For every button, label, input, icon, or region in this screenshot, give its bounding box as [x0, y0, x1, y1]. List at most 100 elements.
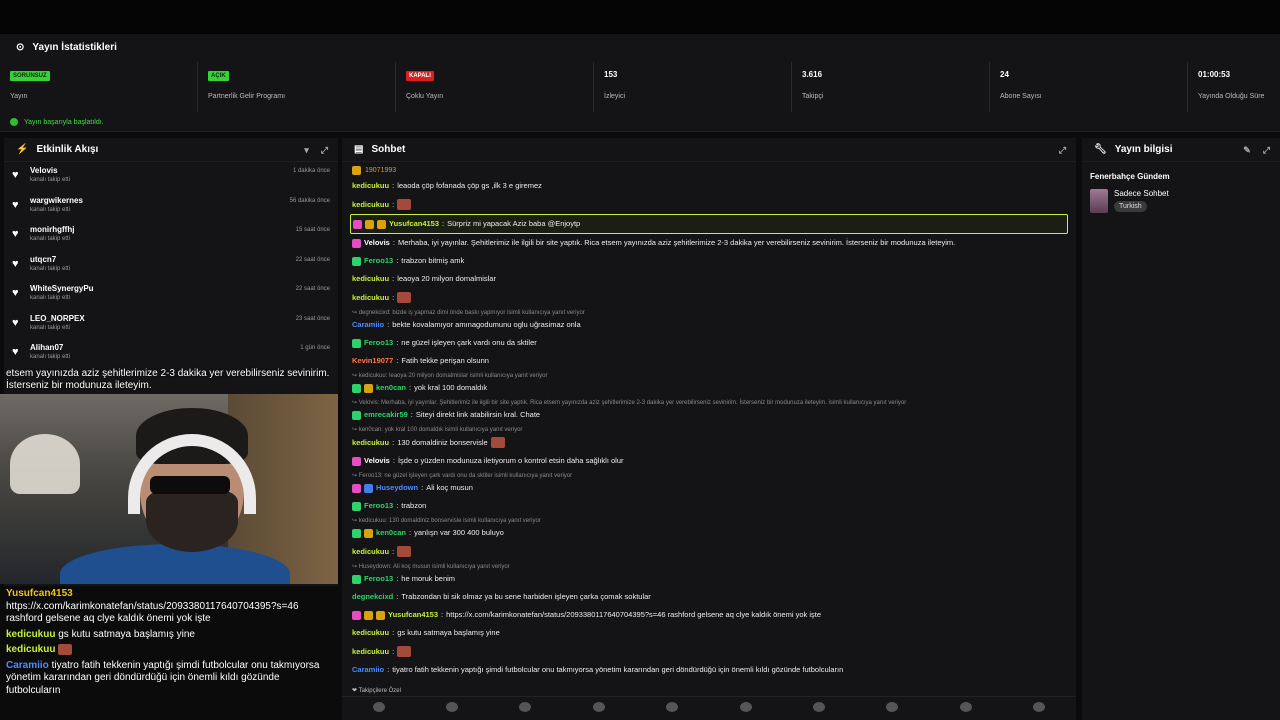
chat-username[interactable]: kedicukuu	[352, 628, 389, 638]
edit-icon[interactable]: ✎	[1243, 145, 1251, 156]
chat-text: trabzon bitmiş amk	[401, 256, 465, 265]
activity-user-name[interactable]: Alihan07	[30, 343, 332, 352]
activity-user-name[interactable]: LEO_NORPEX	[30, 314, 332, 323]
chat-username[interactable]: kedicukuu	[352, 293, 389, 303]
stream-status-text: Yayın başarıyla başlatıldı.	[24, 118, 104, 126]
filter-icon[interactable]: ▾	[304, 145, 309, 156]
heart-icon: ♥	[12, 287, 19, 299]
activity-user-name[interactable]: monirhgffhj	[30, 225, 332, 234]
chat-username[interactable]: ken0can	[376, 383, 406, 393]
chat-username[interactable]: kedicukuu	[352, 647, 389, 657]
activity-description: kanalı takip etti	[30, 324, 71, 331]
chat-text: yanlışn var 300 400 buluyo	[414, 528, 504, 537]
expand-icon[interactable]: ⤢	[1059, 145, 1066, 156]
pinned-user[interactable]: 19071993	[350, 164, 1068, 177]
chat-username[interactable]: Feroo13	[364, 256, 393, 266]
emote-icon[interactable]	[1033, 701, 1046, 712]
reply-context: ↪ Velovis: Merhaba, iyi yayınlar. Şehitl…	[352, 400, 907, 406]
stream-title: Fenerbahçe Gündem	[1090, 172, 1170, 181]
chat-username[interactable]: degnekcixd	[352, 592, 393, 602]
chat-username[interactable]: kedicukuu	[352, 547, 389, 557]
stats-header: ⊙ Yayın İstatistikleri	[16, 42, 117, 53]
emote-icon	[397, 292, 412, 303]
activity-item[interactable]: ♥ utqcn7 kanalı takip etti 22 saat önce	[4, 251, 338, 281]
chat-username[interactable]: Yusufcan4153	[389, 219, 439, 229]
category-name[interactable]: Sadece Sohbet	[1114, 189, 1169, 198]
pinned-user-name: 19071993	[365, 167, 397, 174]
chat-username[interactable]: Velovis	[364, 238, 390, 248]
activity-item[interactable]: ♥ monirhgffhj kanalı takip etti 15 saat önc…	[4, 221, 338, 251]
expand-icon[interactable]: ⤢	[1263, 145, 1270, 156]
language-tag: Turkish	[1114, 201, 1147, 212]
status-badge: AÇIK	[208, 71, 229, 81]
emote-icon[interactable]	[592, 701, 605, 712]
chat-username[interactable]: Feroo13	[364, 338, 393, 348]
chat-message: kedicukuu:	[350, 195, 1068, 214]
overlay-chat-line: Caramiio tiyatro fatih tekkenin yaptığı …	[6, 660, 332, 698]
chat-username[interactable]: kedicukuu	[352, 274, 389, 284]
activity-item[interactable]: ♥ wargwikernes kanalı takip etti 56 dakika …	[4, 192, 338, 222]
chat-message: degnekcixd: Trabzondan bi sik olmaz ya bu…	[352, 592, 651, 602]
vip-badge-icon	[352, 456, 361, 466]
chat-message: Feroo13: he moruk benim	[350, 570, 1068, 588]
activity-user-name[interactable]: utqcn7	[30, 255, 332, 264]
gift-badge-icon	[376, 610, 385, 620]
chat-username[interactable]: kedicukuu	[352, 438, 389, 448]
followers-only-label: ❤ Takipçilere Özel	[352, 688, 401, 694]
emote-icon[interactable]	[666, 701, 679, 712]
chat-message: Feroo13: ne güzel işleyen çark vardı onu …	[350, 334, 1068, 352]
chat-message: Caramiio: bekte kovalamıyor amınagodumunu…	[352, 320, 581, 330]
chat-text: Merhaba, iyi yayınlar. Şehitlerimiz ile …	[397, 238, 956, 247]
chat-username[interactable]: kedicukuu	[352, 200, 389, 210]
mod-badge-icon	[352, 256, 361, 266]
chat-username[interactable]: kedicukuu	[352, 181, 389, 191]
overlay-chat-line: kedicukuu	[6, 644, 332, 657]
category-thumbnail	[1090, 189, 1108, 213]
chat-username[interactable]: Feroo13	[364, 501, 393, 511]
gift-badge-icon	[364, 528, 373, 538]
emote-icon[interactable]	[446, 701, 459, 712]
chat-username[interactable]: Caramiio	[352, 320, 384, 330]
activity-description: kanalı takip etti	[30, 206, 71, 213]
stat-cell: SORUNSUZ Yayın	[0, 62, 198, 112]
stat-cell: 01:00:53 Yayında Olduğu Süre	[1188, 62, 1280, 112]
emote-icon[interactable]	[959, 701, 972, 712]
overlay-chat-line: Yusufcan4153 https://x.com/karimkonatefa…	[6, 588, 332, 626]
chat-username[interactable]: emrecakir59	[364, 410, 408, 420]
activity-user-name[interactable]: wargwikernes	[30, 196, 332, 205]
emote-icon[interactable]	[813, 701, 826, 712]
activity-item[interactable]: ♥ Alihan07 kanalı takip etti 1 gün önce	[4, 339, 338, 369]
emote-icon	[490, 437, 505, 448]
chat-username[interactable]: ken0can	[376, 528, 406, 538]
chat-username[interactable]: Huseydown	[376, 483, 418, 493]
stat-cell: 3.616 Takipçi	[792, 62, 990, 112]
chat-username[interactable]: Yusufcan4153	[388, 610, 438, 620]
activity-item[interactable]: ♥ WhiteSynergyPu kanalı takip etti 22 saat …	[4, 280, 338, 310]
activity-user-name[interactable]: WhiteSynergyPu	[30, 284, 332, 293]
emote-icon[interactable]	[886, 701, 899, 712]
emote-icon[interactable]	[739, 701, 752, 712]
chat-message-list: kedicukuu: leaoda çöp fofanada çöp gs ,il…	[350, 177, 1068, 679]
chat-message: ken0can: yanlışn var 300 400 buluyo	[350, 524, 1068, 542]
emote-icon[interactable]	[372, 701, 385, 712]
expand-icon[interactable]: ⤢	[321, 145, 328, 156]
overlay-chat-user: kedicukuu	[6, 644, 56, 656]
activity-time: 22 saat önce	[295, 256, 330, 263]
mod-badge-icon	[352, 383, 361, 393]
emote-icon[interactable]	[519, 701, 532, 712]
activity-item[interactable]: ♥ LEO_NORPEX kanalı takip etti 23 saat önce	[4, 310, 338, 340]
stat-label: Yayında Olduğu Süre	[1198, 93, 1265, 100]
chat-text: Trabzondan bi sik olmaz ya bu sene harbi…	[401, 592, 651, 601]
overlay-chat-text: gs kutu satmaya başlamış yine	[58, 628, 195, 640]
chat-username[interactable]: Caramiio	[352, 665, 384, 675]
activity-item[interactable]: ♥ Velovis kanalı takip etti 1 dakika önce	[4, 162, 338, 192]
activity-user-name[interactable]: Velovis	[30, 166, 332, 175]
chat-text: 130 domaldiniz bonservisle	[397, 437, 488, 447]
activity-time: 23 saat önce	[295, 315, 330, 322]
emote-bar	[342, 696, 1076, 716]
chat-username[interactable]: Kevin19077	[352, 356, 393, 366]
overlay-chat: Yusufcan4153 https://x.com/karimkonatefa…	[0, 586, 338, 720]
stat-value: 01:00:53	[1198, 70, 1231, 79]
chat-username[interactable]: Feroo13	[364, 574, 393, 584]
chat-username[interactable]: Velovis	[364, 456, 390, 466]
